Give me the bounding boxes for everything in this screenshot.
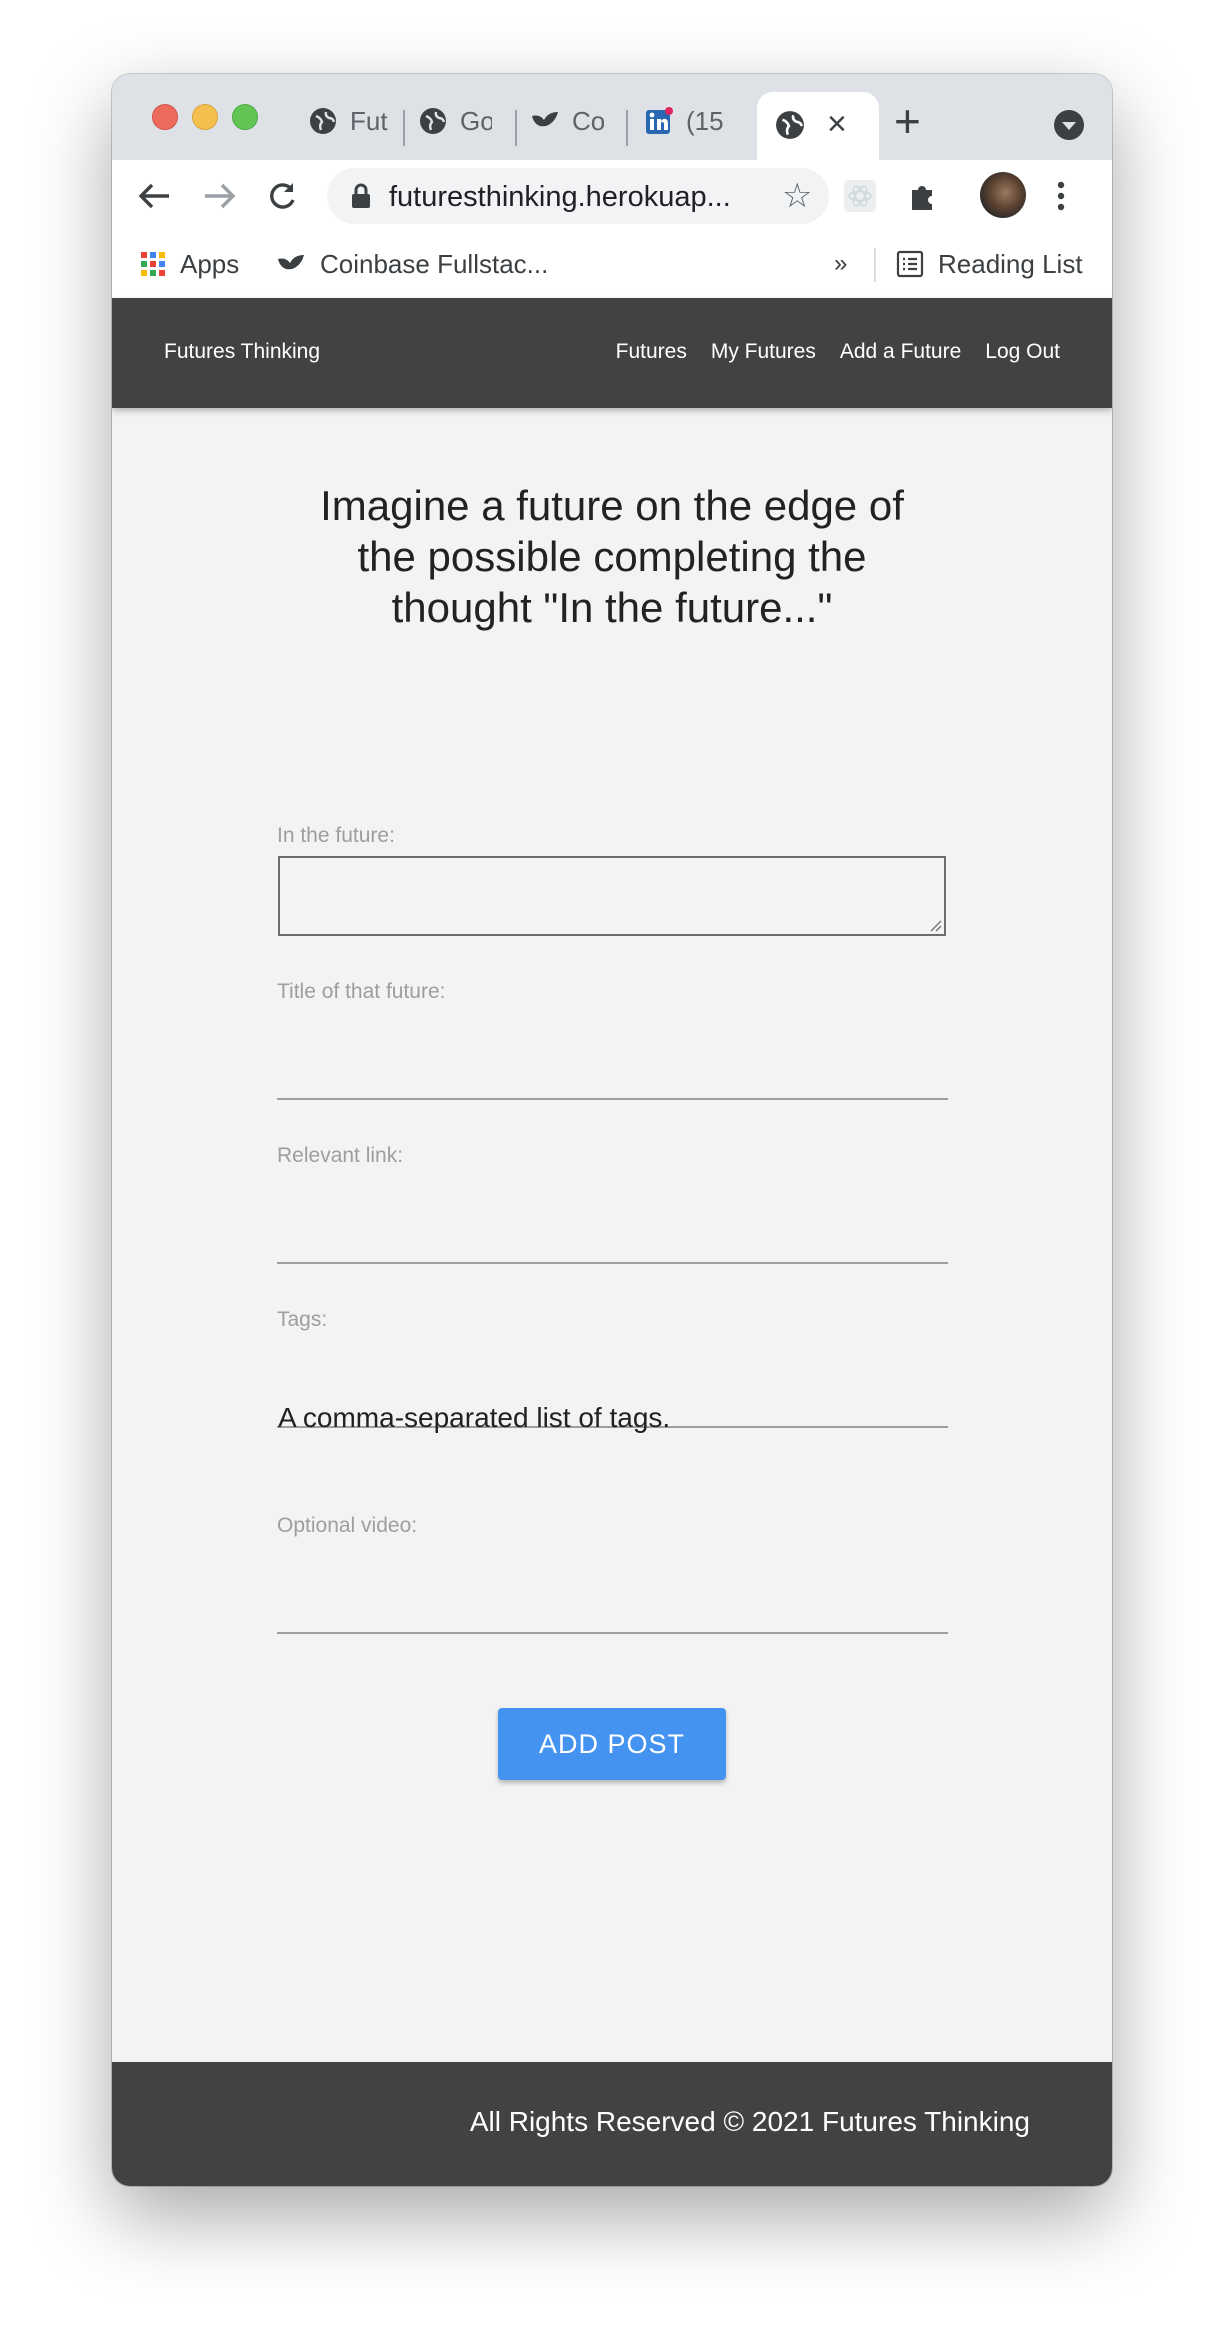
globe-icon (775, 110, 805, 140)
tab-search-icon[interactable] (1054, 110, 1084, 140)
tab-separator (515, 110, 517, 146)
video-input[interactable] (277, 1582, 948, 1634)
reading-list-button[interactable]: Reading List (896, 246, 1083, 282)
reading-list-icon (896, 250, 924, 278)
close-tab-icon[interactable]: × (827, 104, 847, 144)
resize-grip-icon[interactable] (928, 918, 942, 932)
tab-separator (626, 110, 628, 146)
nav-links: Futures My Futures Add a Future Log Out (616, 340, 1060, 364)
bookmarks-bar: Apps Coinbase Fullstac... » Reading List (112, 232, 1112, 299)
lock-icon (352, 183, 370, 208)
tags-field-label: Tags: (277, 1308, 328, 1331)
tab-label: (15 (686, 105, 724, 136)
title-field-label: Title of that future: (277, 980, 446, 1003)
minimize-window-button[interactable] (192, 104, 218, 130)
more-options-icon[interactable] (1046, 176, 1076, 216)
tab-2[interactable]: Go (418, 96, 492, 146)
app-navbar: Futures Thinking Futures My Futures Add … (112, 298, 1112, 408)
bookmarks-divider (874, 248, 876, 282)
tab-label: Fut (350, 105, 388, 136)
brand-logo-link[interactable]: Futures Thinking (164, 340, 320, 364)
bookmark-label: Apps (180, 248, 240, 279)
apps-grid-icon (140, 251, 166, 277)
bookmarks-overflow-button[interactable]: » (834, 246, 847, 282)
web-page: Futures Thinking Futures My Futures Add … (112, 298, 1112, 2186)
maximize-window-button[interactable] (232, 104, 258, 130)
bookmark-star-icon[interactable]: ☆ (782, 178, 812, 214)
footer-copyright: All Rights Reserved © 2021 Futures Think… (469, 2106, 1030, 2137)
browser-window: Fut Go Co (15 × + futuresthinking.heroku… (112, 74, 1112, 2186)
tab-label: Go (460, 105, 492, 136)
bookmark-apps[interactable]: Apps (140, 246, 239, 282)
page-headline: Imagine a future on the edge of the poss… (320, 482, 904, 631)
profile-avatar[interactable] (980, 172, 1026, 218)
tab-label: Co (572, 105, 604, 136)
bookmark-label: Coinbase Fullstac... (320, 248, 549, 279)
new-tab-button[interactable]: + (894, 96, 921, 146)
extensions-puzzle-icon[interactable] (902, 176, 942, 216)
react-devtools-icon[interactable] (840, 176, 880, 216)
forward-arrow-icon[interactable] (198, 174, 242, 218)
link-input[interactable] (277, 1212, 948, 1264)
close-window-button[interactable] (152, 104, 178, 130)
browser-toolbar: futuresthinking.herokuap... ☆ (112, 160, 1112, 232)
title-input[interactable] (277, 1048, 948, 1100)
tab-strip: Fut Go Co (15 × + (112, 74, 1112, 160)
tab-active[interactable]: × (757, 92, 879, 160)
coinbase-bird-icon (530, 106, 560, 136)
tags-helper-text: A comma-separated list of tags. (278, 1402, 671, 1433)
tab-1[interactable]: Fut (308, 96, 388, 146)
back-arrow-icon[interactable] (132, 174, 176, 218)
video-field-label: Optional video: (277, 1514, 418, 1537)
tab-3[interactable]: Co (530, 96, 604, 146)
nav-link-my-futures[interactable]: My Futures (711, 340, 816, 364)
nav-link-futures[interactable]: Futures (616, 340, 687, 364)
tab-4[interactable]: (15 (644, 96, 728, 146)
coinbase-bird-icon (276, 253, 306, 275)
nav-link-add-future[interactable]: Add a Future (840, 340, 961, 364)
add-post-button[interactable]: ADD POST (498, 1708, 726, 1780)
future-textarea[interactable] (278, 856, 946, 936)
future-field-label: In the future: (277, 824, 395, 847)
url-text: futuresthinking.herokuap... (389, 181, 731, 213)
globe-icon (308, 106, 338, 136)
link-field-label: Relevant link: (277, 1144, 404, 1167)
address-bar[interactable]: futuresthinking.herokuap... ☆ (327, 168, 829, 224)
page-footer: All Rights Reserved © 2021 Futures Think… (112, 2062, 1112, 2186)
linkedin-icon (644, 106, 674, 136)
nav-link-log-out[interactable]: Log Out (985, 340, 1060, 364)
reading-list-label: Reading List (938, 248, 1083, 279)
tab-separator (403, 110, 405, 146)
bookmark-coinbase[interactable]: Coinbase Fullstac... (276, 246, 548, 282)
reload-icon[interactable] (260, 174, 304, 218)
globe-icon (418, 106, 448, 136)
